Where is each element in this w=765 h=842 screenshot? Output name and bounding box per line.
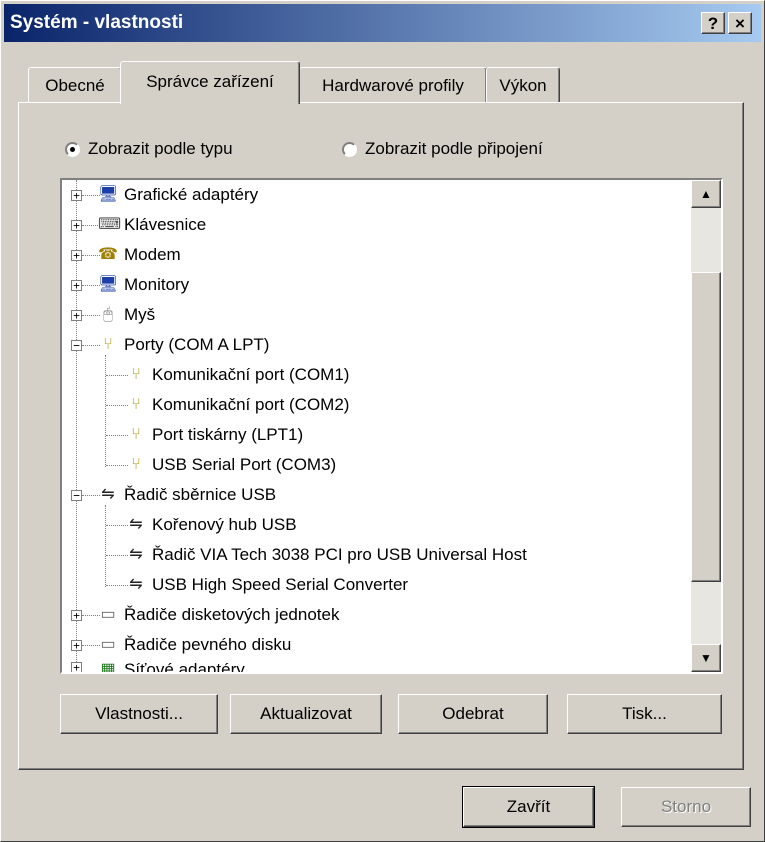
scroll-thumb[interactable]: [691, 272, 721, 582]
collapse-icon[interactable]: −: [71, 490, 82, 501]
display-adapter-icon: 🖥: [98, 186, 119, 203]
tree-connector: [106, 375, 128, 376]
tree-item-usb-serial-converter[interactable]: ⇋ USB High Speed Serial Converter: [126, 571, 408, 599]
tree-item-label: USB Serial Port (COM3): [152, 455, 337, 474]
view-by-connection-option[interactable]: Zobrazit podle připojení: [342, 139, 543, 159]
modem-icon: ☎: [98, 246, 118, 263]
remove-button[interactable]: Odebrat: [398, 694, 548, 734]
radio-view-by-type[interactable]: [65, 141, 80, 157]
tree-item-lpt1[interactable]: ⑂ Port tiskárny (LPT1): [126, 421, 303, 449]
tree-item-monitors[interactable]: 🖥 Monitory: [98, 271, 189, 299]
tree-item-label: Síťové adaptéry: [124, 660, 245, 674]
tree-item-ports[interactable]: ⑂ Porty (COM A LPT): [98, 331, 269, 359]
view-by-type-label: Zobrazit podle typu: [88, 139, 233, 158]
tab-device-manager[interactable]: Správce zařízení: [120, 61, 300, 104]
keyboard-icon: ⌨: [98, 216, 122, 233]
tree-connector: [105, 355, 106, 467]
cancel-button: Storno: [621, 787, 751, 827]
expand-icon[interactable]: +: [71, 250, 82, 261]
tree-item-label: Grafické adaptéry: [124, 185, 259, 204]
tree-item-label: Řadiče pevného disku: [124, 635, 292, 654]
tree-connector: [106, 585, 128, 586]
device-tree[interactable]: + + + + + − − + + + 🖥 Grafické adaptéry …: [60, 178, 723, 674]
refresh-button[interactable]: Aktualizovat: [230, 694, 382, 734]
vertical-scrollbar[interactable]: ▲ ▼: [691, 180, 721, 672]
radio-view-by-connection[interactable]: [342, 141, 357, 157]
tree-item-network-adapters[interactable]: ▦ Síťové adaptéry: [98, 656, 245, 674]
system-properties-window: Systém - vlastnosti ? × Obecné Správce z…: [0, 0, 765, 842]
tree-item-label: Řadič sběrnice USB: [124, 485, 277, 504]
view-by-connection-label: Zobrazit podle připojení: [365, 139, 543, 158]
expand-icon[interactable]: +: [71, 190, 82, 201]
disk-controller-icon: ▭: [100, 636, 116, 653]
scroll-down-button[interactable]: ▼: [691, 644, 721, 672]
collapse-icon[interactable]: −: [71, 340, 82, 351]
tree-item-keyboards[interactable]: ⌨ Klávesnice: [98, 211, 206, 239]
tree-item-label: USB High Speed Serial Converter: [152, 575, 409, 594]
print-button[interactable]: Tisk...: [567, 694, 722, 734]
tree-connector: [106, 525, 128, 526]
scroll-up-button[interactable]: ▲: [691, 180, 721, 208]
tab-performance[interactable]: Výkon: [486, 67, 560, 103]
tree-item-com3[interactable]: ⑂ USB Serial Port (COM3): [126, 451, 336, 479]
mouse-icon: 🖱: [103, 306, 113, 323]
port-icon: ⑂: [131, 456, 141, 473]
port-icon: ⑂: [103, 336, 113, 353]
title-bar[interactable]: Systém - vlastnosti ? ×: [4, 4, 761, 42]
tree-item-label: Řadiče disketových jednotek: [124, 605, 340, 624]
tree-item-label: Komunikační port (COM2): [152, 395, 350, 414]
tree-item-mouse[interactable]: 🖱 Myš: [98, 301, 155, 329]
tree-item-label: Komunikační port (COM1): [152, 365, 350, 384]
properties-button[interactable]: Vlastnosti...: [60, 694, 218, 734]
expand-icon[interactable]: +: [71, 310, 82, 321]
port-icon: ⑂: [131, 396, 141, 413]
expand-icon[interactable]: +: [71, 662, 82, 672]
network-adapter-icon: ▦: [100, 661, 116, 674]
tree-connector: [106, 465, 128, 466]
tree-item-display-adapters[interactable]: 🖥 Grafické adaptéry: [98, 181, 258, 209]
tree-connector: [106, 435, 128, 436]
tree-item-com2[interactable]: ⑂ Komunikační port (COM2): [126, 391, 349, 419]
view-by-type-option[interactable]: Zobrazit podle typu: [65, 139, 233, 159]
tree-item-label: Kořenový hub USB: [152, 515, 297, 534]
usb-icon: ⇋: [101, 486, 115, 503]
tree-item-hard-disk-controllers[interactable]: ▭ Řadiče pevného disku: [98, 631, 291, 659]
tab-hardware-profiles[interactable]: Hardwarové profily: [299, 67, 487, 103]
expand-icon[interactable]: +: [71, 640, 82, 651]
tree-item-label: Port tiskárny (LPT1): [152, 425, 304, 444]
tree-item-label: Monitory: [124, 275, 190, 294]
tree-item-modem[interactable]: ☎ Modem: [98, 241, 181, 269]
tree-item-floppy-controllers[interactable]: ▭ Řadiče disketových jednotek: [98, 601, 339, 629]
expand-icon[interactable]: +: [71, 220, 82, 231]
close-window-button[interactable]: ×: [728, 12, 752, 34]
disk-controller-icon: ▭: [100, 606, 116, 623]
window-title: Systém - vlastnosti: [10, 12, 184, 33]
expand-icon[interactable]: +: [71, 610, 82, 621]
help-button[interactable]: ?: [701, 12, 725, 34]
expand-icon[interactable]: +: [71, 280, 82, 291]
tree-connector: [105, 505, 106, 587]
tree-item-label: Myš: [124, 305, 156, 324]
tree-item-com1[interactable]: ⑂ Komunikační port (COM1): [126, 361, 349, 389]
port-icon: ⑂: [131, 366, 141, 383]
tree-item-usb-root-hub[interactable]: ⇋ Kořenový hub USB: [126, 511, 297, 539]
close-button[interactable]: Zavřít: [462, 786, 595, 828]
usb-icon: ⇋: [129, 516, 143, 533]
tree-item-label: Modem: [124, 245, 181, 264]
tree-item-label: Porty (COM A LPT): [124, 335, 270, 354]
usb-icon: ⇋: [129, 546, 143, 563]
tree-connector: [106, 405, 128, 406]
tree-item-via-usb-host[interactable]: ⇋ Řadič VIA Tech 3038 PCI pro USB Univer…: [126, 541, 527, 569]
tree-connector: [106, 555, 128, 556]
port-icon: ⑂: [131, 426, 141, 443]
tree-item-usb-controllers[interactable]: ⇋ Řadič sběrnice USB: [98, 481, 276, 509]
monitor-icon: 🖥: [98, 276, 119, 293]
tree-item-label: Klávesnice: [124, 215, 207, 234]
usb-icon: ⇋: [129, 576, 143, 593]
tab-general[interactable]: Obecné: [28, 67, 122, 103]
tree-item-label: Řadič VIA Tech 3038 PCI pro USB Universa…: [152, 545, 527, 564]
